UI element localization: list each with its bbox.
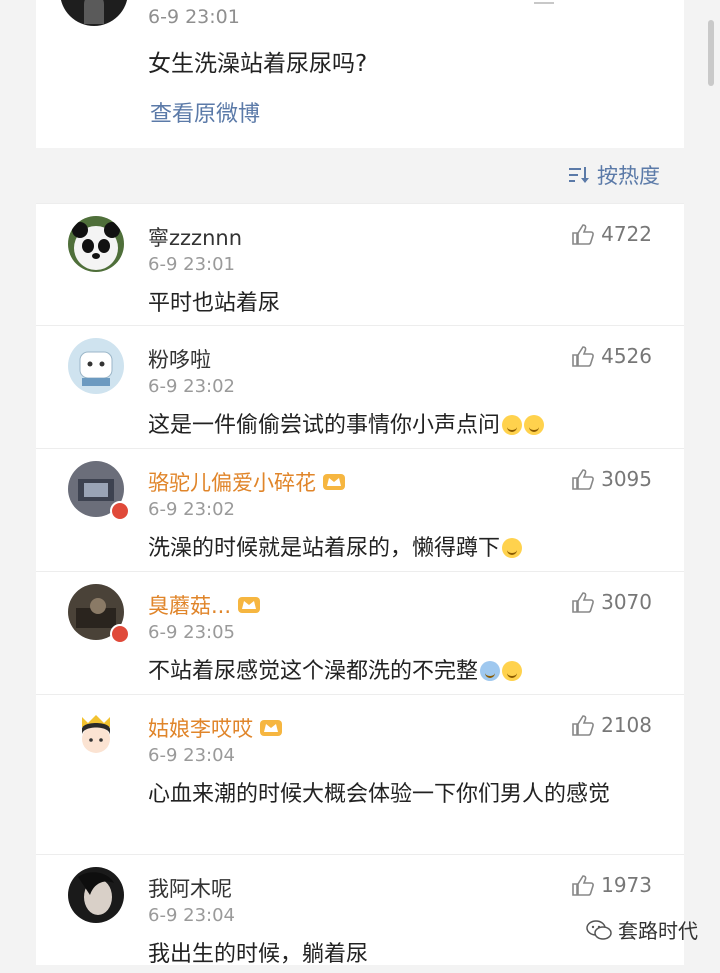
like-count: 3070: [601, 590, 652, 614]
poster-avatar[interactable]: [60, 0, 128, 26]
like-button[interactable]: 2108: [571, 713, 652, 737]
verified-badge-icon: [110, 501, 130, 521]
cat-avatar[interactable]: [68, 338, 124, 394]
watermark-text: 套路时代: [618, 919, 698, 943]
comment-text: 不站着尿感觉这个澡都洗的不完整: [148, 654, 648, 690]
comment-time: 6-9 23:04: [148, 905, 235, 926]
thumbs-up-icon: [572, 469, 595, 490]
laugh-cry-emoji-icon: [524, 415, 545, 435]
comment-text: 我出生的时候，躺着尿: [148, 937, 648, 973]
like-count: 3095: [601, 467, 652, 491]
comment-text-content: 心血来潮的时候大概会体验一下你们男人的感觉: [148, 782, 611, 807]
commenter-name-text: 骆驼儿偏爱小碎花: [148, 471, 316, 495]
commenter-name[interactable]: 姑娘李哎哎: [148, 713, 283, 743]
commenter-name[interactable]: 骆驼儿偏爱小碎花: [148, 467, 346, 497]
watermark: 套路时代: [586, 915, 698, 944]
like-button[interactable]: 4526: [571, 344, 652, 368]
like-button[interactable]: 3095: [571, 467, 652, 491]
laugh-cry-emoji-icon: [502, 415, 523, 435]
post-text: 女生洗澡站着尿尿吗?: [148, 51, 368, 77]
comment-item: 寧zzznnn 6-9 23:01 平时也站着尿 4722: [36, 203, 684, 325]
thumbs-up-icon: [572, 592, 595, 613]
comment-item: 骆驼儿偏爱小碎花 6-9 23:02 洗澡的时候就是站着尿的，懒得蹲下 3095: [36, 448, 684, 571]
view-original-link[interactable]: 查看原微博: [150, 96, 260, 128]
comment-text: 洗澡的时候就是站着尿的，懒得蹲下: [148, 531, 648, 567]
comment-text: 平时也站着尿: [148, 286, 648, 322]
commenter-name-text: 臭蘑菇...: [148, 594, 232, 618]
like-count: 2108: [601, 713, 652, 737]
sort-label: 按热度: [597, 164, 660, 188]
like-count: 4722: [601, 222, 652, 246]
comment-time: 6-9 23:04: [148, 745, 235, 766]
vip-crown-icon: [260, 720, 282, 736]
post-menu-edge: [534, 0, 554, 4]
commenter-name-text: 姑娘李哎哎: [148, 717, 253, 741]
like-count: 1973: [601, 873, 652, 897]
commenter-name[interactable]: 臭蘑菇...: [148, 590, 261, 620]
girl-avatar[interactable]: [68, 707, 124, 763]
comment-list: 寧zzznnn 6-9 23:01 平时也站着尿 4722 粉哆啦 6-9 23…: [36, 203, 684, 967]
commenter-name-text: 寧zzznnn: [148, 226, 242, 250]
commenter-name[interactable]: 粉哆啦: [148, 344, 211, 374]
like-button[interactable]: 1973: [571, 873, 652, 897]
comment-text: 这是一件偷偷尝试的事情你小声点问: [148, 408, 648, 444]
post-time: 6-9 23:01: [148, 6, 240, 28]
face-avatar[interactable]: [68, 867, 124, 923]
comment-text: 心血来潮的时候大概会体验一下你们男人的感觉: [148, 777, 638, 813]
waving-emoji-icon: [480, 661, 501, 681]
comment-item: 臭蘑菇... 6-9 23:05 不站着尿感觉这个澡都洗的不完整 3070: [36, 571, 684, 694]
comment-item: 姑娘李哎哎 6-9 23:04 心血来潮的时候大概会体验一下你们男人的感觉 21…: [36, 694, 684, 854]
sort-by-hot-button[interactable]: 按热度: [569, 160, 660, 190]
thumbs-up-icon: [572, 715, 595, 736]
scrollbar[interactable]: [708, 20, 714, 86]
wechat-icon: [586, 919, 612, 940]
like-button[interactable]: 3070: [571, 590, 652, 614]
comment-time: 6-9 23:02: [148, 499, 235, 520]
comment-text-content: 洗澡的时候就是站着尿的，懒得蹲下: [148, 536, 501, 561]
vip-crown-icon: [323, 474, 345, 490]
comment-time: 6-9 23:02: [148, 376, 235, 397]
thumbs-up-icon: [572, 875, 595, 896]
thumbs-up-icon: [572, 224, 595, 245]
commenter-name-text: 我阿木呢: [148, 877, 232, 901]
laugh-cry-emoji-icon: [502, 538, 523, 558]
comment-time: 6-9 23:01: [148, 254, 235, 275]
comment-item: 粉哆啦 6-9 23:02 这是一件偷偷尝试的事情你小声点问 4526: [36, 325, 684, 448]
laugh-cry-emoji-icon: [502, 661, 523, 681]
comment-text-content: 这是一件偷偷尝试的事情你小声点问: [148, 413, 501, 438]
like-count: 4526: [601, 344, 652, 368]
comment-text-content: 不站着尿感觉这个澡都洗的不完整: [148, 659, 479, 684]
comment-item: 我阿木呢 6-9 23:04 我出生的时候，躺着尿 1973: [36, 854, 684, 967]
vip-crown-icon: [238, 597, 261, 613]
sort-icon: [569, 167, 589, 183]
verified-badge-icon: [110, 624, 130, 644]
commenter-name[interactable]: 我阿木呢: [148, 873, 232, 903]
comment-text-content: 我出生的时候，躺着尿: [148, 942, 369, 967]
original-post-card: 6-9 23:01 女生洗澡站着尿尿吗? 查看原微博: [36, 0, 684, 148]
commenter-name-text: 粉哆啦: [148, 348, 211, 372]
like-button[interactable]: 4722: [571, 222, 652, 246]
comment-time: 6-9 23:05: [148, 622, 235, 643]
comment-text-content: 平时也站着尿: [148, 291, 281, 316]
panda-avatar[interactable]: [68, 216, 124, 272]
commenter-name[interactable]: 寧zzznnn: [148, 222, 242, 252]
thumbs-up-icon: [572, 346, 595, 367]
